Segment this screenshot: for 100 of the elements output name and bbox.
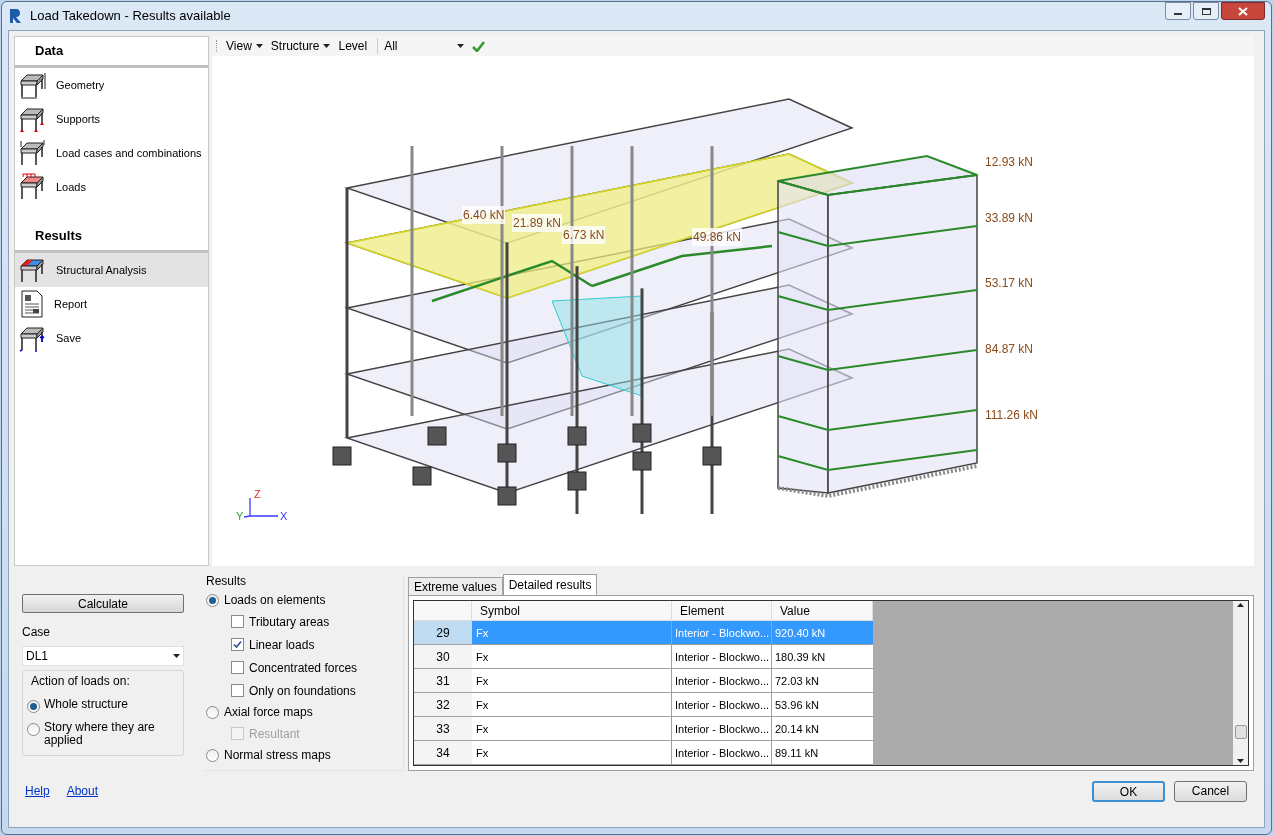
table-cell-text: 20.14 kN: [774, 722, 821, 737]
maximize-icon: [1201, 7, 1211, 15]
radio-button[interactable]: [27, 723, 40, 736]
row-number: 30: [414, 645, 472, 668]
table-cell-text: 72.03 kN: [774, 674, 821, 689]
table-row[interactable]: 30 Fx Interior - Blockwo... 180.39 kN: [414, 645, 873, 669]
sidebar-item[interactable]: Structural Analysis: [15, 253, 208, 287]
table-cell: Fx: [472, 693, 672, 716]
checkbox-label: Resultant: [249, 725, 300, 743]
table-cell: Fx: [472, 717, 672, 740]
row-number: 34: [414, 741, 472, 764]
radio-label: Whole structure: [44, 698, 130, 711]
force-label: 6.40 kN: [462, 206, 506, 224]
table-row[interactable]: 31 Fx Interior - Blockwo... 72.03 kN: [414, 669, 873, 693]
dialog-button[interactable]: OK: [1092, 780, 1165, 802]
radio-label: Normal stress maps: [224, 747, 331, 764]
checkbox[interactable]: [231, 661, 244, 674]
section-heading: Data: [35, 42, 64, 61]
structure-frame-icon: [19, 105, 47, 133]
force-label: 49.86 kN: [692, 228, 743, 246]
table-cell: Fx: [472, 741, 672, 764]
checkmark-icon[interactable]: [472, 40, 486, 52]
checkbox-label: Concentrated forces: [249, 659, 358, 677]
checkbox-label: Linear loads: [249, 636, 315, 654]
checkbox-label: Only on foundations: [249, 682, 356, 700]
toolbar-menu[interactable]: Structure: [270, 37, 337, 55]
checkbox[interactable]: [231, 615, 244, 628]
group-title: Results: [206, 573, 247, 590]
table-cell: Interior - Blockwo...: [672, 717, 772, 740]
sidebar-item[interactable]: Geometry: [15, 68, 208, 102]
radio-button[interactable]: [206, 705, 219, 719]
close-icon: [1238, 6, 1248, 16]
tab[interactable]: Extreme values: [408, 577, 503, 595]
table-cell: Fx: [472, 621, 672, 644]
table-cell: Interior - Blockwo...: [672, 669, 772, 692]
minimize-icon: [1174, 13, 1182, 15]
table-cell-text: 920.40 kN: [774, 626, 827, 641]
maximize-button[interactable]: [1193, 2, 1219, 20]
column-header[interactable]: Element: [672, 601, 772, 620]
table-cell-text: 53.96 kN: [774, 698, 821, 713]
table-cell: Interior - Blockwo...: [672, 621, 772, 644]
group-title: Action of loads on:: [30, 673, 131, 690]
row-number: 31: [414, 669, 472, 692]
structure-frame-icon: [19, 324, 47, 352]
field-label: Case: [22, 624, 51, 641]
radio-label: Axial force maps: [224, 704, 313, 721]
dialog-button[interactable]: Cancel: [1174, 780, 1247, 802]
force-label: 6.73 kN: [562, 226, 606, 244]
radio-label: Loads on elements: [224, 592, 326, 609]
tab[interactable]: Detailed results: [502, 574, 598, 595]
table-row[interactable]: 32 Fx Interior - Blockwo... 53.96 kN: [414, 693, 873, 717]
row-number: 33: [414, 717, 472, 740]
table-cell: Interior - Blockwo...: [672, 645, 772, 668]
scrollbar[interactable]: [1233, 601, 1248, 765]
checkbox[interactable]: [231, 638, 244, 651]
scrollbar-thumb[interactable]: [1234, 725, 1247, 739]
radio-label: Story where they are applied: [44, 721, 156, 747]
section-heading: Results: [35, 227, 82, 246]
close-button[interactable]: [1221, 2, 1265, 20]
column-header[interactable]: Symbol: [472, 601, 672, 620]
sidebar-item[interactable]: Loads: [15, 170, 208, 204]
structure-frame-icon: [19, 71, 47, 99]
structure-frame-icon: [19, 139, 47, 167]
calculate-button[interactable]: Calculate: [22, 594, 184, 613]
table-cell: Interior - Blockwo...: [672, 741, 772, 764]
case-dropdown[interactable]: DL1: [22, 646, 184, 666]
sidebar-item[interactable]: Save: [15, 321, 208, 355]
row-number: 32: [414, 693, 472, 716]
radio-button[interactable]: [27, 700, 40, 713]
document-icon: [19, 290, 45, 318]
table-cell-text: 89.11 kN: [774, 746, 820, 761]
minimize-button[interactable]: [1165, 2, 1191, 20]
column-header[interactable]: Value: [772, 601, 873, 620]
radio-button[interactable]: [206, 593, 219, 607]
level-dropdown[interactable]: All: [382, 37, 467, 55]
sidebar-item[interactable]: Supports: [15, 102, 208, 136]
table-cell: Fx: [472, 669, 672, 692]
window-title: Load Takedown - Results available: [30, 7, 231, 26]
caret-icon: [457, 44, 465, 48]
table-row[interactable]: 33 Fx Interior - Blockwo... 20.14 kN: [414, 717, 873, 741]
table-row[interactable]: 29 Fx Interior - Blockwo... 920.40 kN: [414, 621, 873, 645]
table-row[interactable]: 34 Fx Interior - Blockwo... 89.11 kN: [414, 741, 873, 765]
sidebar-item[interactable]: Report: [15, 287, 208, 321]
footer-link[interactable]: About: [66, 782, 99, 800]
axis-label: X: [280, 509, 288, 524]
row-number: 29: [414, 621, 472, 644]
structure-frame-icon: [19, 173, 47, 201]
toolbar-menu[interactable]: Level: [338, 37, 374, 55]
table-cell: Interior - Blockwo...: [672, 693, 772, 716]
table-cell-text: 180.39 kN: [774, 650, 827, 665]
app-logo-icon: [8, 8, 22, 24]
caret-icon: [1237, 603, 1244, 607]
caret-icon: [323, 44, 331, 48]
radio-button[interactable]: [206, 748, 219, 762]
axis-label: Y: [236, 509, 244, 524]
sidebar-item[interactable]: Load cases and combinations: [15, 136, 208, 170]
footer-link[interactable]: Help: [25, 782, 50, 800]
force-label: 21.89 kN: [512, 214, 563, 232]
checkbox[interactable]: [231, 684, 244, 697]
toolbar-menu[interactable]: View: [226, 37, 269, 55]
